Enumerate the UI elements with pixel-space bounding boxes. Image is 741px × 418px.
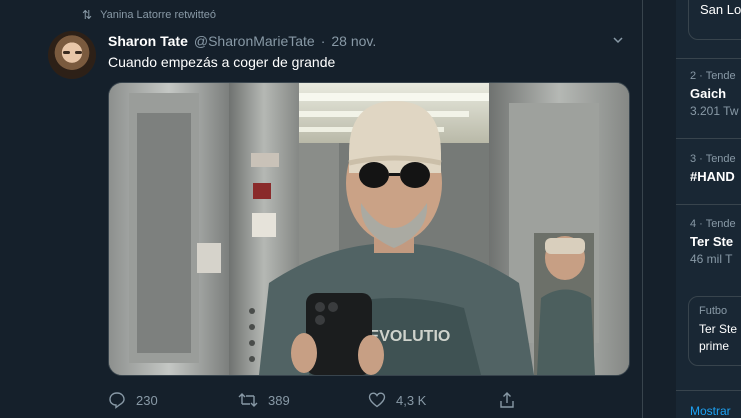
tweet-actions: 230 389 4,3 K <box>108 390 628 410</box>
trend-meta: 2 · Tende <box>690 70 736 82</box>
share-icon <box>498 391 516 409</box>
trend-name: #HAND <box>690 169 735 184</box>
trend-item[interactable]: 2 · Tende Gaich 3.201 Tw <box>690 70 738 118</box>
retweet-label: Yanina Latorre retwitteó <box>100 9 217 21</box>
share-button[interactable] <box>498 391 628 409</box>
trend-meta: 4 · Tende <box>690 218 736 230</box>
trend-item[interactable]: 3 · Tende #HAND <box>690 153 736 184</box>
tweet-header: Sharon Tate @SharonMarieTate · 28 nov. <box>108 33 376 49</box>
trend-count: 46 mil T <box>690 252 733 266</box>
news-card[interactable]: Futbo Ter Ste prime <box>688 296 741 366</box>
card-meta: Futbo <box>699 305 728 317</box>
like-count: 4,3 K <box>396 392 427 408</box>
reply-count: 230 <box>136 392 158 408</box>
user-handle[interactable]: @SharonMarieTate <box>194 33 315 49</box>
retweet-count: 389 <box>268 392 290 408</box>
like-button[interactable]: 4,3 K <box>368 391 498 409</box>
card-line-1: Ter Ste <box>699 322 738 336</box>
reply-icon <box>108 391 126 409</box>
display-name[interactable]: Sharon Tate <box>108 33 188 49</box>
divider <box>676 204 741 205</box>
heart-icon <box>368 391 386 409</box>
retweet-button[interactable]: 389 <box>238 391 368 409</box>
chevron-down-icon[interactable] <box>612 34 624 46</box>
retweet-icon <box>238 391 258 409</box>
retweet-icon: ⇅ <box>82 8 93 22</box>
trends-sidebar: San Lo 2 · Tende Gaich 3.201 Tw 3 · Tend… <box>676 0 741 418</box>
avatar[interactable] <box>48 31 96 79</box>
timeline: ⇅ Yanina Latorre retwitteó Sharon Tate @… <box>0 0 643 418</box>
divider <box>676 390 741 391</box>
card-line-2: prime <box>699 339 730 353</box>
tweet-text: Cuando empezás a coger de grande <box>108 54 336 70</box>
trend-item[interactable]: 4 · Tende Ter Ste 46 mil T <box>690 218 736 266</box>
separator-dot: · <box>320 33 326 49</box>
trend-name: Ter Ste <box>690 234 734 249</box>
trend-name: Gaich <box>690 86 727 101</box>
show-more-link[interactable]: Mostrar <box>690 404 731 418</box>
retweet-context[interactable]: ⇅ Yanina Latorre retwitteó <box>82 8 216 22</box>
reply-button[interactable]: 230 <box>108 391 238 409</box>
trend-top-text: San Lo <box>700 2 741 17</box>
tweet-date[interactable]: 28 nov. <box>331 33 376 49</box>
tweet-image[interactable]: REVOLUTIO <box>108 82 630 376</box>
trend-meta: 3 · Tende <box>690 153 736 165</box>
divider <box>676 58 741 59</box>
divider <box>676 138 741 139</box>
trend-count: 3.201 Tw <box>690 104 739 118</box>
